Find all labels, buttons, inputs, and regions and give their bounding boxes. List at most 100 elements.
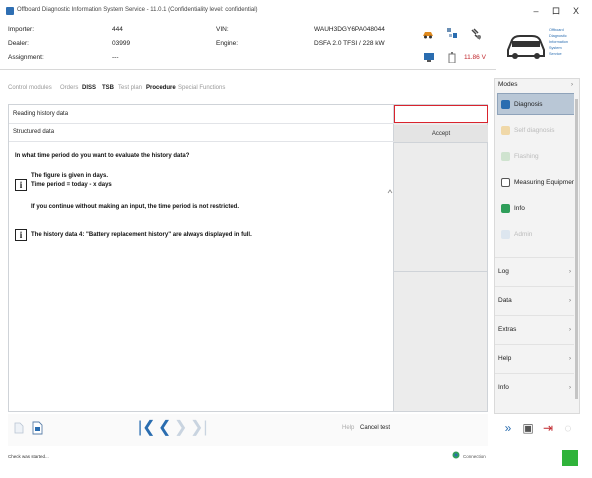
battery-voltage: 11.86 V [464,54,486,61]
logo-line: Offboard [549,28,564,32]
exit-icon[interactable]: ⇥ [540,419,556,437]
section-help[interactable]: Help › [495,344,575,372]
logo-line: Service [549,52,562,56]
maximize-button[interactable]: ロ [548,4,564,18]
odis-logo: Offboard Diagnostic Information System S… [496,22,592,70]
mode-measuring-equipment[interactable]: Measuring Equipment [497,171,578,193]
app-icon [6,7,14,15]
modes-scrollbar[interactable] [574,79,579,413]
next-step-icon[interactable]: ❯ [174,418,187,438]
connection-icon [452,451,460,459]
network-icon[interactable] [446,27,458,39]
window-title: Offboard Diagnostic Information System S… [17,7,258,13]
last-step-icon[interactable]: ❯| [190,418,208,438]
help-button[interactable]: Help [342,425,354,431]
logo-line: Diagnostic [549,34,567,38]
note-text: The figure is given in days. [31,173,109,179]
tab-special-functions[interactable]: Special Functions [178,80,225,96]
tab-tsb[interactable]: TSB [102,80,114,96]
chevron-icon: › [569,385,571,391]
mode-label: Self diagnosis [514,127,555,134]
car-icon[interactable] [422,28,434,40]
mode-info[interactable]: Info [497,197,575,219]
procedure-substep: Structured data [13,129,55,135]
status-indicator [562,450,578,466]
print-document-icon[interactable] [32,421,43,435]
procedure-question: In what time period do you want to evalu… [15,153,190,159]
modes-header-label: Modes [498,81,518,88]
mode-admin[interactable]: Admin [497,223,575,245]
plug-icon[interactable] [470,28,482,40]
battery-icon [448,52,456,63]
car-logo-icon [507,35,545,59]
section-label: Log [498,268,509,275]
section-data[interactable]: Data › [495,286,575,314]
vin-label: VIN: [216,26,229,33]
divider [9,123,395,124]
flashing-icon [501,152,510,161]
logo-line: System [549,46,562,50]
connection-status: Connection [463,454,486,459]
mode-diagnosis[interactable]: Diagnosis [497,93,575,115]
divider [394,271,488,272]
vin-value: WAUH3DGY6PA048044 [314,26,385,33]
engine-value: DSFA 2.0 TFSI / 228 kW [314,40,385,47]
tab-test-plan[interactable]: Test plan [118,80,142,96]
lock-icon[interactable]: ◌ [560,419,576,437]
note-text: If you continue without making an input,… [31,204,240,210]
engine-label: Engine: [216,40,239,47]
input-panel: Accept [394,104,488,412]
mode-label: Measuring Equipment [514,179,578,186]
note-text: Time period = today - x days [31,182,112,188]
minimize-button[interactable]: – [528,4,544,18]
logo-line: Information [549,40,568,44]
procedure-navigation: |❮ ❮ ❯ ❯| Help Cancel test [8,414,488,446]
info-mode-icon [501,204,510,213]
previous-step-icon[interactable]: ❮ [158,418,171,438]
chevron-icon: › [569,327,571,333]
status-text: Check was started... [8,454,49,459]
vehicle-info-bar: Importer: 444 Dealer: 03999 Assignment: … [0,22,592,70]
procedure-scrollbar[interactable] [386,185,394,451]
section-log[interactable]: Log › [495,257,575,285]
tab-orders[interactable]: Orders [60,80,78,96]
document-icon[interactable] [14,422,24,434]
main-tabs: Control modules Orders DISS TSB Test pla… [8,80,488,96]
section-label: Data [498,297,512,304]
note-text: The history data 4: "Battery replacement… [31,232,252,238]
title-bar: Offboard Diagnostic Information System S… [0,0,592,22]
screenshot-icon[interactable]: ▣ [520,419,536,437]
tab-control-modules[interactable]: Control modules [8,80,52,96]
diagnosis-icon [501,100,510,109]
chevron-icon: › [571,82,573,88]
tab-diss[interactable]: DISS [82,80,96,96]
modes-header[interactable]: Modes › [495,79,581,91]
mode-flashing[interactable]: Flashing [497,145,575,167]
mode-self-diagnosis[interactable]: Self diagnosis [497,119,575,141]
info-icon: i [15,229,27,241]
modes-panel: Modes › Diagnosis Self diagnosis Flashin… [494,78,580,414]
section-label: Info [498,384,509,391]
dealer-value: 03999 [112,40,131,47]
modes-toolbar: » ▣ ⇥ ◌ [494,414,580,446]
chevron-icon: › [569,298,571,304]
tab-procedure[interactable]: Procedure [146,80,176,96]
procedure-step-title: Reading history data [13,111,69,117]
procedure-panel: Reading history data Structured data In … [8,104,395,446]
accept-button[interactable]: Accept [394,125,488,143]
scrollbar-thumb[interactable] [575,99,578,399]
forward-icon[interactable]: » [500,419,516,437]
chevron-icon: › [569,269,571,275]
mode-label: Diagnosis [514,101,543,108]
admin-icon [501,230,510,239]
section-extras[interactable]: Extras › [495,315,575,343]
section-info[interactable]: Info › [495,373,575,401]
dealer-label: Dealer: [8,40,29,47]
cancel-test-button[interactable]: Cancel test [360,425,390,431]
first-step-icon[interactable]: |❮ [138,418,156,438]
monitor-icon[interactable] [424,53,434,62]
assignment-label: Assignment: [8,54,44,61]
close-button[interactable]: X [568,4,584,18]
importer-value: 444 [112,26,123,33]
time-period-input[interactable] [394,105,488,123]
